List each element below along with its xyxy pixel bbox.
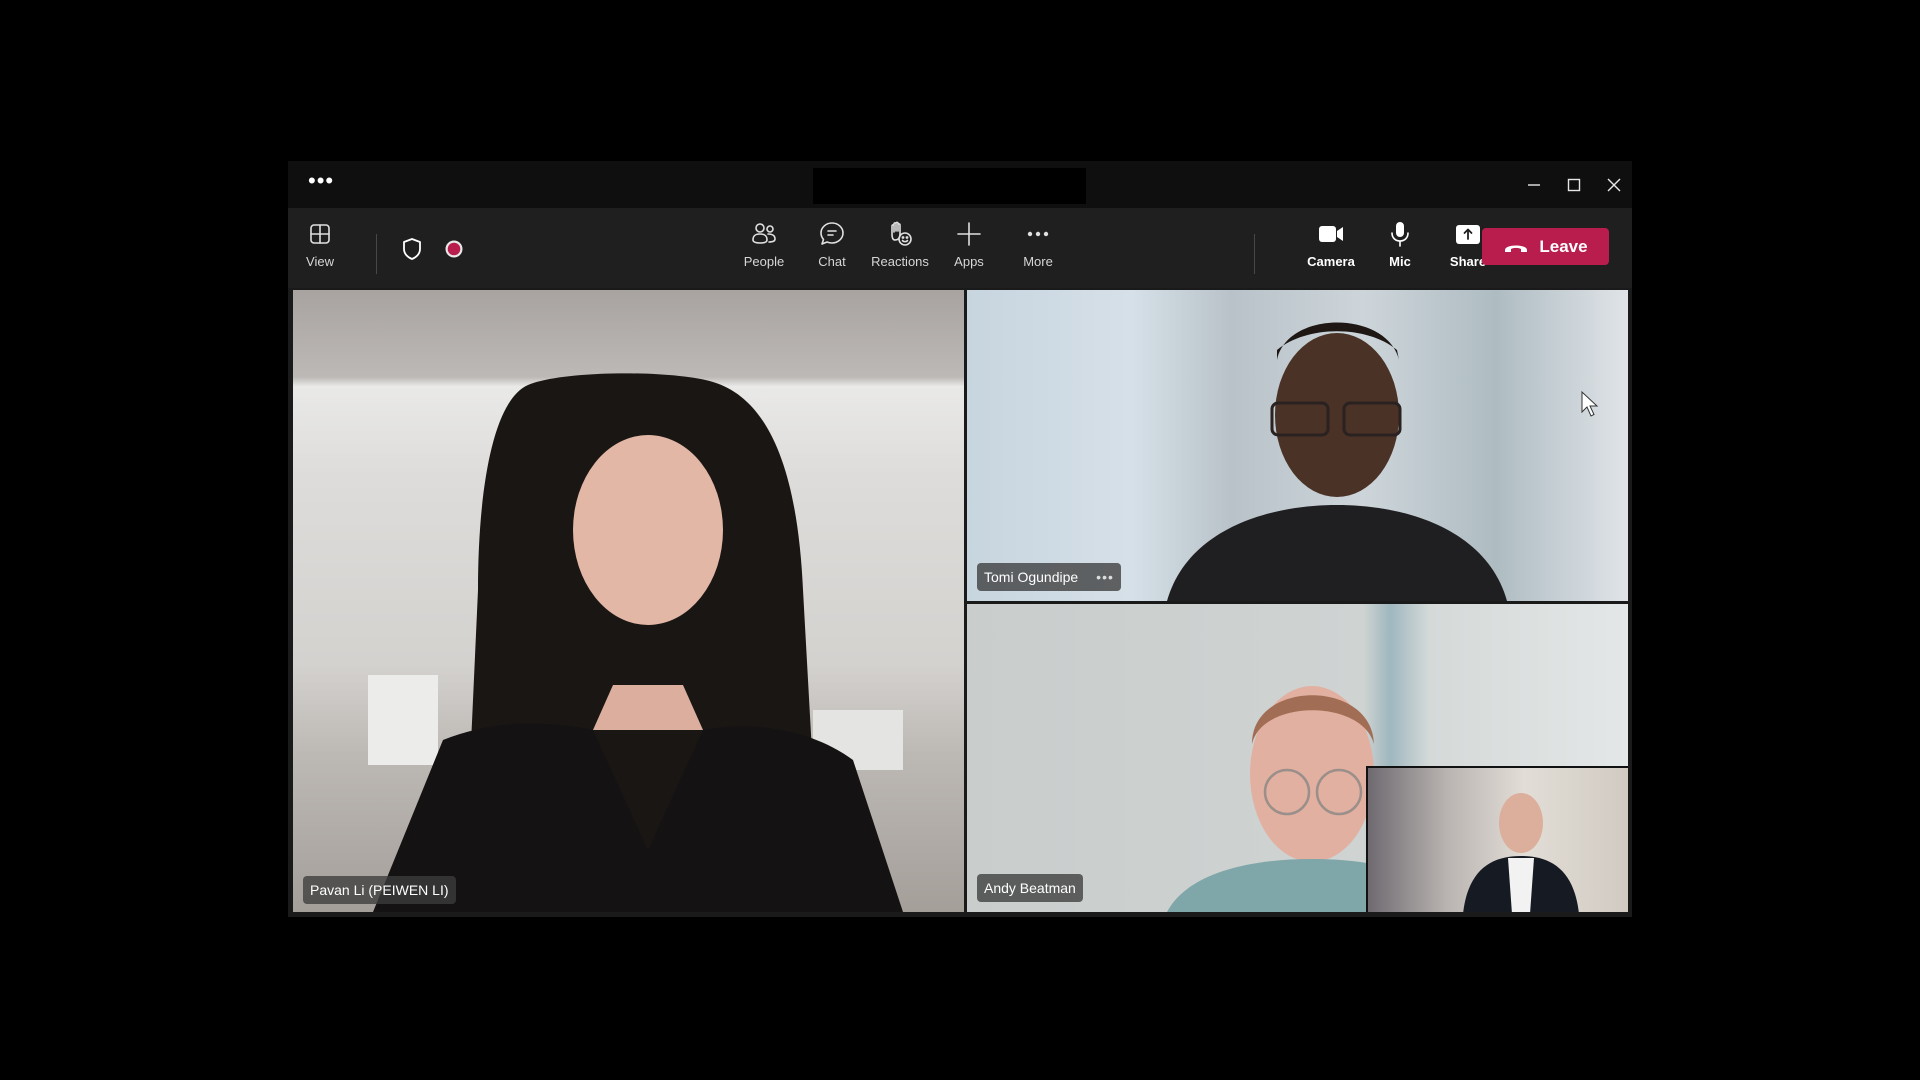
- more-label: More: [1023, 254, 1053, 269]
- redacted-title: [813, 168, 1086, 204]
- reactions-icon: [891, 221, 912, 246]
- camera-label: Camera: [1307, 254, 1355, 269]
- mic-icon: [1391, 222, 1409, 247]
- participant-name: Tomi Ogundipe: [984, 569, 1079, 585]
- mic-button[interactable]: Mic: [1368, 218, 1432, 278]
- self-view-video-placeholder: [1463, 793, 1579, 912]
- toolbar-divider: [1254, 234, 1255, 274]
- share-label: Share: [1449, 254, 1487, 269]
- view-label: View: [306, 254, 334, 269]
- title-bar: •••: [288, 161, 1632, 208]
- participant-video-placeholder: [368, 373, 903, 912]
- participant-name-tag: Andy Beatman: [977, 874, 1083, 902]
- shield-icon: [403, 238, 421, 260]
- participant-name: Pavan Li (PEIWEN LI): [310, 882, 449, 898]
- close-icon: [1607, 178, 1621, 191]
- participant-name-tag: Pavan Li (PEIWEN LI): [303, 876, 456, 904]
- recording-indicator[interactable]: [444, 239, 464, 259]
- chat-icon: [820, 222, 844, 245]
- security-shield-button[interactable]: [399, 236, 425, 262]
- more-button[interactable]: More: [1006, 218, 1070, 278]
- video-stage: Pavan Li (PEIWEN LI) Tomi Ogundipe ••• A…: [288, 288, 1632, 917]
- mic-label: Mic: [1389, 254, 1411, 269]
- people-icon: [752, 223, 776, 244]
- self-view-tile[interactable]: [1366, 766, 1628, 912]
- title-menu-button[interactable]: •••: [308, 169, 334, 193]
- meeting-toolbar: View People Chat Reactions Apps More Cam…: [288, 208, 1632, 288]
- chat-button[interactable]: Chat: [800, 218, 864, 278]
- participant-video-placeholder: [1167, 322, 1507, 601]
- more-icon: [1027, 231, 1049, 237]
- reactions-button[interactable]: Reactions: [868, 218, 932, 278]
- plus-icon: [957, 222, 981, 246]
- participant-more-options-button[interactable]: •••: [1096, 569, 1114, 585]
- chat-label: Chat: [818, 254, 846, 269]
- close-button[interactable]: [1590, 161, 1638, 208]
- participant-name-tag: Tomi Ogundipe •••: [977, 563, 1121, 591]
- people-button[interactable]: People: [732, 218, 796, 278]
- apps-button[interactable]: Apps: [937, 218, 1001, 278]
- record-icon: [445, 240, 463, 258]
- teams-meeting-window: ••• View People Chat Reactions Apps More…: [288, 161, 1632, 917]
- reactions-label: Reactions: [871, 254, 929, 269]
- grid-view-icon: [310, 224, 330, 244]
- camera-icon: [1319, 226, 1343, 242]
- participant-tile-tomi-ogundipe[interactable]: Tomi Ogundipe •••: [967, 290, 1628, 601]
- apps-label: Apps: [954, 254, 984, 269]
- participant-name: Andy Beatman: [984, 880, 1076, 896]
- view-button[interactable]: View: [288, 218, 352, 278]
- camera-button[interactable]: Camera: [1299, 218, 1363, 278]
- maximize-icon: [1567, 178, 1581, 191]
- leave-label: Leave: [1539, 236, 1588, 256]
- hang-up-icon: [1505, 245, 1528, 252]
- participant-tile-pavan-li[interactable]: Pavan Li (PEIWEN LI): [293, 290, 964, 912]
- minimize-icon: [1528, 183, 1540, 186]
- participant-tile-andy-beatman[interactable]: Andy Beatman: [967, 604, 1628, 912]
- people-label: People: [743, 254, 785, 269]
- leave-button[interactable]: Leave: [1482, 228, 1609, 265]
- mouse-cursor: [1581, 390, 1599, 417]
- toolbar-divider: [376, 234, 377, 274]
- share-icon: [1456, 225, 1480, 244]
